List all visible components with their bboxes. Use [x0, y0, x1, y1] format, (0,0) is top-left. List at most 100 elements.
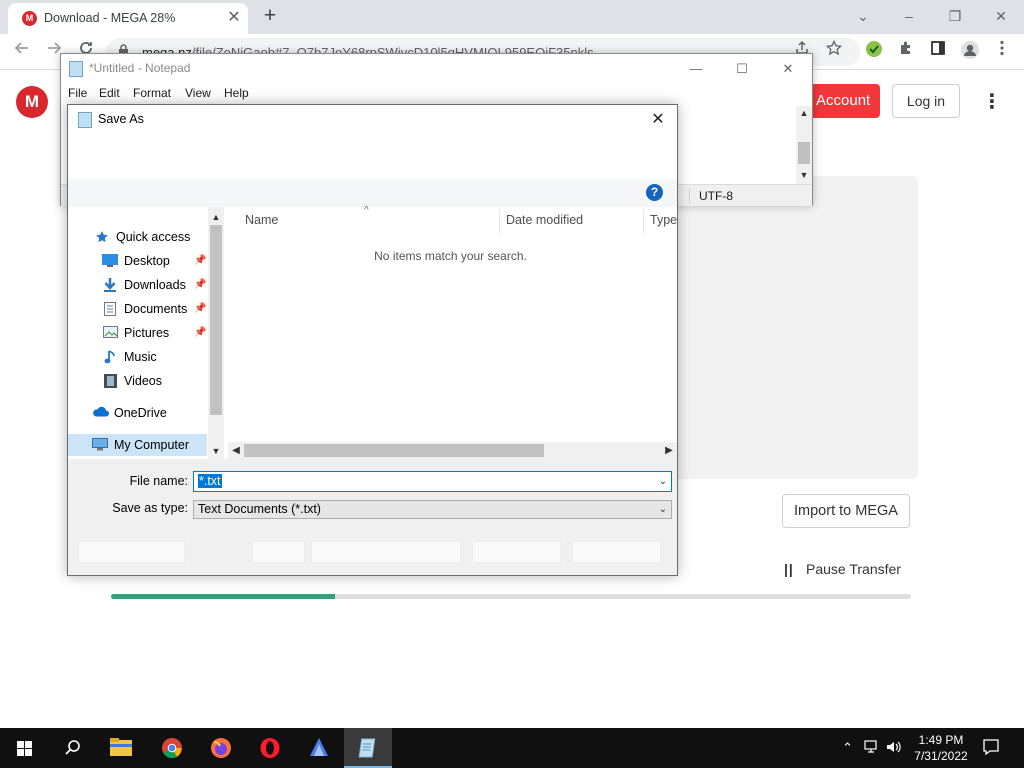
start-button[interactable]	[0, 728, 48, 768]
empty-folder-message: No items match your search.	[374, 249, 527, 263]
cancel-button[interactable]	[572, 541, 661, 563]
scroll-down-arrow-icon[interactable]: ▼	[208, 443, 224, 459]
dialog-close-button[interactable]: ✕	[646, 109, 670, 131]
nav-desktop[interactable]: Desktop 📌	[102, 250, 208, 272]
window-minimize-button[interactable]: –	[886, 4, 932, 28]
save-as-type-value: Text Documents (*.txt)	[198, 502, 321, 516]
download-progress-bar	[111, 594, 911, 599]
windows-logo-icon	[17, 741, 24, 748]
nav-my-computer[interactable]: My Computer	[68, 434, 207, 456]
save-button[interactable]	[472, 541, 561, 563]
back-arrow-icon[interactable]	[10, 40, 34, 64]
side-panel-icon[interactable]	[926, 40, 950, 64]
menu-file[interactable]: File	[68, 86, 87, 100]
mega-logo[interactable]: M	[16, 86, 48, 118]
download-progress-fill	[111, 594, 335, 599]
notepad-title: *Untitled - Notepad	[89, 61, 191, 75]
extensions-puzzle-icon[interactable]	[894, 40, 918, 64]
save-form: File name: *.txt ⌄ Save as type: Text Do…	[68, 459, 677, 575]
mega-menu-icon[interactable]: ⋮	[982, 88, 1002, 116]
taskbar-notepad[interactable]	[344, 728, 392, 768]
column-header-type[interactable]: Type	[650, 213, 677, 227]
notepad-maximize-button[interactable]: ☐	[719, 56, 765, 82]
scroll-right-arrow-icon[interactable]: ▶	[661, 442, 677, 459]
column-divider[interactable]	[643, 209, 644, 233]
new-tab-button[interactable]: +	[258, 5, 282, 29]
tab-search-icon[interactable]: ⌄	[840, 4, 886, 28]
blue-app-icon	[310, 738, 328, 756]
notepad-menubar: File Edit Format View Help	[61, 84, 812, 104]
search-button[interactable]	[48, 728, 96, 768]
music-note-icon	[102, 350, 118, 364]
chrome-menu-icon[interactable]	[990, 40, 1014, 64]
notepad-app-icon	[78, 112, 92, 128]
profile-avatar-icon[interactable]	[958, 40, 982, 64]
browser-tab-mega[interactable]: M Download - MEGA 28% ✕	[8, 3, 248, 34]
network-icon[interactable]	[864, 740, 880, 757]
scroll-left-arrow-icon[interactable]: ◀	[228, 442, 244, 459]
taskbar-firefox[interactable]	[197, 728, 245, 768]
pause-transfer-button[interactable]: || Pause Transfer	[784, 559, 901, 579]
menu-edit[interactable]: Edit	[99, 86, 120, 100]
dialog-toolbar	[68, 179, 677, 207]
firefox-icon	[211, 738, 231, 758]
pause-icon: ||	[784, 561, 794, 577]
extension-green-icon[interactable]	[862, 40, 886, 64]
notepad-close-button[interactable]: ✕	[765, 56, 811, 82]
file-list-horizontal-scrollbar[interactable]: ◀ ▶	[228, 442, 677, 459]
chevron-down-icon[interactable]: ⌄	[659, 501, 667, 518]
opera-icon	[260, 738, 280, 758]
nav-downloads[interactable]: Downloads 📌	[102, 274, 208, 296]
file-name-input[interactable]: *.txt ⌄	[193, 471, 672, 492]
nav-quick-access[interactable]: Quick access	[94, 226, 204, 248]
videos-icon	[102, 374, 118, 388]
encoding-select[interactable]	[311, 541, 461, 563]
menu-view[interactable]: View	[185, 86, 211, 100]
menu-help[interactable]: Help	[224, 86, 249, 100]
action-center-icon[interactable]	[982, 738, 1000, 759]
taskbar-file-explorer[interactable]	[97, 728, 145, 768]
column-header-date-modified[interactable]: Date modified	[506, 213, 583, 227]
notepad-icon	[358, 738, 376, 758]
taskbar-opera[interactable]	[246, 728, 294, 768]
taskbar-chrome[interactable]	[148, 728, 196, 768]
import-to-mega-button[interactable]: Import to MEGA	[782, 494, 910, 528]
scroll-down-arrow-icon[interactable]: ▼	[796, 168, 812, 182]
column-divider[interactable]	[499, 209, 500, 233]
taskbar-clock[interactable]: 1:49 PM 7/31/2022	[910, 732, 972, 764]
navigation-scrollbar[interactable]: ▲ ▼	[208, 207, 224, 459]
volume-icon[interactable]	[886, 740, 902, 757]
nav-onedrive[interactable]: OneDrive	[92, 402, 208, 424]
mega-favicon-icon: M	[22, 11, 37, 26]
save-as-type-select[interactable]: Text Documents (*.txt) ⌄	[193, 500, 672, 519]
scroll-thumb[interactable]	[210, 225, 222, 415]
show-hidden-icons-icon[interactable]: ⌃	[842, 740, 853, 756]
encoding-label: UTF-8	[699, 189, 733, 203]
menu-format[interactable]: Format	[133, 86, 171, 100]
nav-documents[interactable]: Documents 📌	[102, 298, 208, 320]
nav-music[interactable]: Music	[102, 346, 208, 368]
tab-close-icon[interactable]: ✕	[224, 8, 244, 28]
scroll-thumb[interactable]	[798, 142, 810, 164]
notepad-vertical-scrollbar[interactable]: ▲ ▼	[796, 106, 812, 184]
folder-icon	[110, 738, 132, 756]
notepad-app-icon	[69, 61, 83, 77]
nav-pictures[interactable]: Pictures 📌	[102, 322, 208, 344]
bookmark-star-icon[interactable]	[822, 39, 846, 64]
scroll-thumb[interactable]	[244, 444, 544, 457]
encoding-control[interactable]	[252, 541, 305, 563]
notepad-minimize-button[interactable]: —	[673, 56, 719, 82]
computer-icon	[92, 438, 108, 452]
scroll-up-arrow-icon[interactable]: ▲	[796, 106, 812, 120]
column-header-name[interactable]: Name	[245, 213, 278, 227]
taskbar-app-blue[interactable]	[295, 728, 343, 768]
dialog-title: Save As	[98, 112, 144, 126]
scroll-up-arrow-icon[interactable]: ▲	[208, 209, 224, 225]
hide-folders-button[interactable]	[78, 541, 185, 563]
window-close-button[interactable]: ✕	[978, 4, 1024, 28]
login-button[interactable]: Log in	[892, 84, 960, 118]
help-icon[interactable]: ?	[646, 184, 663, 201]
window-restore-button[interactable]: ❐	[932, 4, 978, 28]
nav-videos[interactable]: Videos	[102, 370, 208, 392]
chevron-down-icon[interactable]: ⌄	[659, 472, 667, 491]
